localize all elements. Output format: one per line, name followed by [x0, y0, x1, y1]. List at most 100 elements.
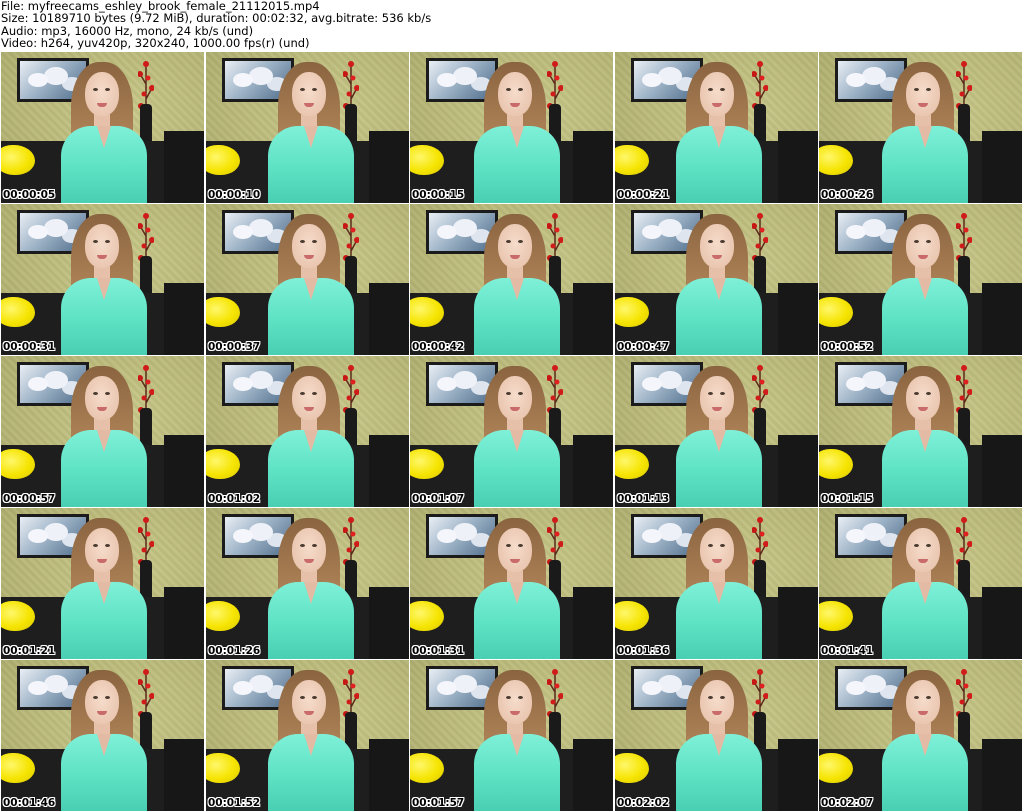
mint-top [268, 734, 354, 811]
mint-top [268, 430, 354, 507]
video-frame-thumbnail[interactable]: 00:01:15 [818, 355, 1023, 508]
yellow-pillow [206, 753, 240, 783]
mint-top [474, 430, 560, 507]
person [882, 366, 972, 507]
sofa-arm [573, 435, 613, 507]
face [700, 528, 734, 572]
mint-top [676, 430, 762, 507]
person [474, 670, 564, 811]
person [268, 62, 358, 203]
frame-timestamp: 00:00:57 [3, 493, 56, 505]
frame-image [615, 204, 818, 355]
yellow-pillow [1, 753, 35, 783]
video-frame-thumbnail[interactable]: 00:00:57 [0, 355, 205, 508]
frame-timestamp: 00:01:41 [821, 645, 874, 657]
frame-timestamp: 00:00:47 [617, 341, 670, 353]
person [676, 214, 766, 355]
sofa-arm [982, 435, 1022, 507]
yellow-pillow [410, 449, 444, 479]
yellow-pillow [410, 601, 444, 631]
sofa-arm [164, 131, 204, 203]
video-frame-thumbnail[interactable]: 00:01:31 [409, 507, 614, 660]
video-frame-thumbnail[interactable]: 00:01:02 [205, 355, 410, 508]
mint-top [882, 278, 968, 355]
frame-image [819, 356, 1022, 507]
video-frame-thumbnail[interactable]: 00:00:37 [205, 203, 410, 356]
sofa-arm [369, 283, 409, 355]
sofa-arm [573, 131, 613, 203]
video-frame-thumbnail[interactable]: 00:00:42 [409, 203, 614, 356]
sofa-arm [164, 587, 204, 659]
video-frame-thumbnail[interactable]: 00:00:26 [818, 51, 1023, 204]
frame-timestamp: 00:01:57 [412, 797, 465, 809]
sofa-arm [778, 435, 818, 507]
person [268, 366, 358, 507]
video-frame-thumbnail[interactable]: 00:01:07 [409, 355, 614, 508]
video-frame-thumbnail[interactable]: 00:01:41 [818, 507, 1023, 660]
yellow-pillow [819, 449, 853, 479]
video-frame-thumbnail[interactable]: 00:00:21 [614, 51, 819, 204]
face [906, 72, 940, 116]
video-frame-thumbnail[interactable]: 00:00:47 [614, 203, 819, 356]
face [498, 376, 532, 420]
frame-timestamp: 00:01:02 [208, 493, 261, 505]
video-frame-thumbnail[interactable]: 00:00:31 [0, 203, 205, 356]
frame-timestamp: 00:01:26 [208, 645, 261, 657]
sofa-arm [778, 131, 818, 203]
face [700, 224, 734, 268]
person [61, 366, 151, 507]
video-frame-thumbnail[interactable]: 00:00:05 [0, 51, 205, 204]
video-frame-thumbnail[interactable]: 00:01:26 [205, 507, 410, 660]
yellow-pillow [410, 145, 444, 175]
sofa-arm [982, 587, 1022, 659]
video-frame-thumbnail[interactable]: 00:00:52 [818, 203, 1023, 356]
frame-timestamp: 00:00:10 [208, 189, 261, 201]
video-frame-thumbnail[interactable]: 00:00:15 [409, 51, 614, 204]
frame-timestamp: 00:01:07 [412, 493, 465, 505]
frame-image [206, 204, 409, 355]
person [882, 670, 972, 811]
yellow-pillow [206, 601, 240, 631]
sofa-arm [573, 587, 613, 659]
frame-image [206, 356, 409, 507]
yellow-pillow [1, 601, 35, 631]
face [906, 224, 940, 268]
yellow-pillow [410, 297, 444, 327]
person [61, 214, 151, 355]
face [85, 528, 119, 572]
yellow-pillow [410, 753, 444, 783]
mint-top [882, 430, 968, 507]
person [882, 214, 972, 355]
person [474, 518, 564, 659]
mint-top [676, 126, 762, 203]
frame-image [410, 204, 613, 355]
yellow-pillow [1, 145, 35, 175]
video-frame-thumbnail[interactable]: 00:01:46 [0, 659, 205, 812]
mint-top [474, 126, 560, 203]
frame-timestamp: 00:01:15 [821, 493, 874, 505]
sofa-arm [164, 283, 204, 355]
mint-top [474, 278, 560, 355]
video-frame-thumbnail[interactable]: 00:02:02 [614, 659, 819, 812]
sofa-arm [778, 587, 818, 659]
video-frame-thumbnail[interactable]: 00:01:36 [614, 507, 819, 660]
person [61, 670, 151, 811]
sofa-arm [982, 739, 1022, 811]
mint-top [61, 582, 147, 659]
mint-top [474, 582, 560, 659]
video-frame-thumbnail[interactable]: 00:01:21 [0, 507, 205, 660]
frame-image [206, 660, 409, 811]
frame-timestamp: 00:01:21 [3, 645, 56, 657]
video-frame-thumbnail[interactable]: 00:01:13 [614, 355, 819, 508]
video-frame-thumbnail[interactable]: 00:01:57 [409, 659, 614, 812]
face [85, 680, 119, 724]
video-frame-thumbnail[interactable]: 00:00:10 [205, 51, 410, 204]
mint-top [676, 278, 762, 355]
face [498, 680, 532, 724]
face [906, 528, 940, 572]
sofa-arm [982, 283, 1022, 355]
video-frame-thumbnail[interactable]: 00:02:07 [818, 659, 1023, 812]
mint-top [676, 734, 762, 811]
video-frame-thumbnail[interactable]: 00:01:52 [205, 659, 410, 812]
frame-image [1, 356, 204, 507]
